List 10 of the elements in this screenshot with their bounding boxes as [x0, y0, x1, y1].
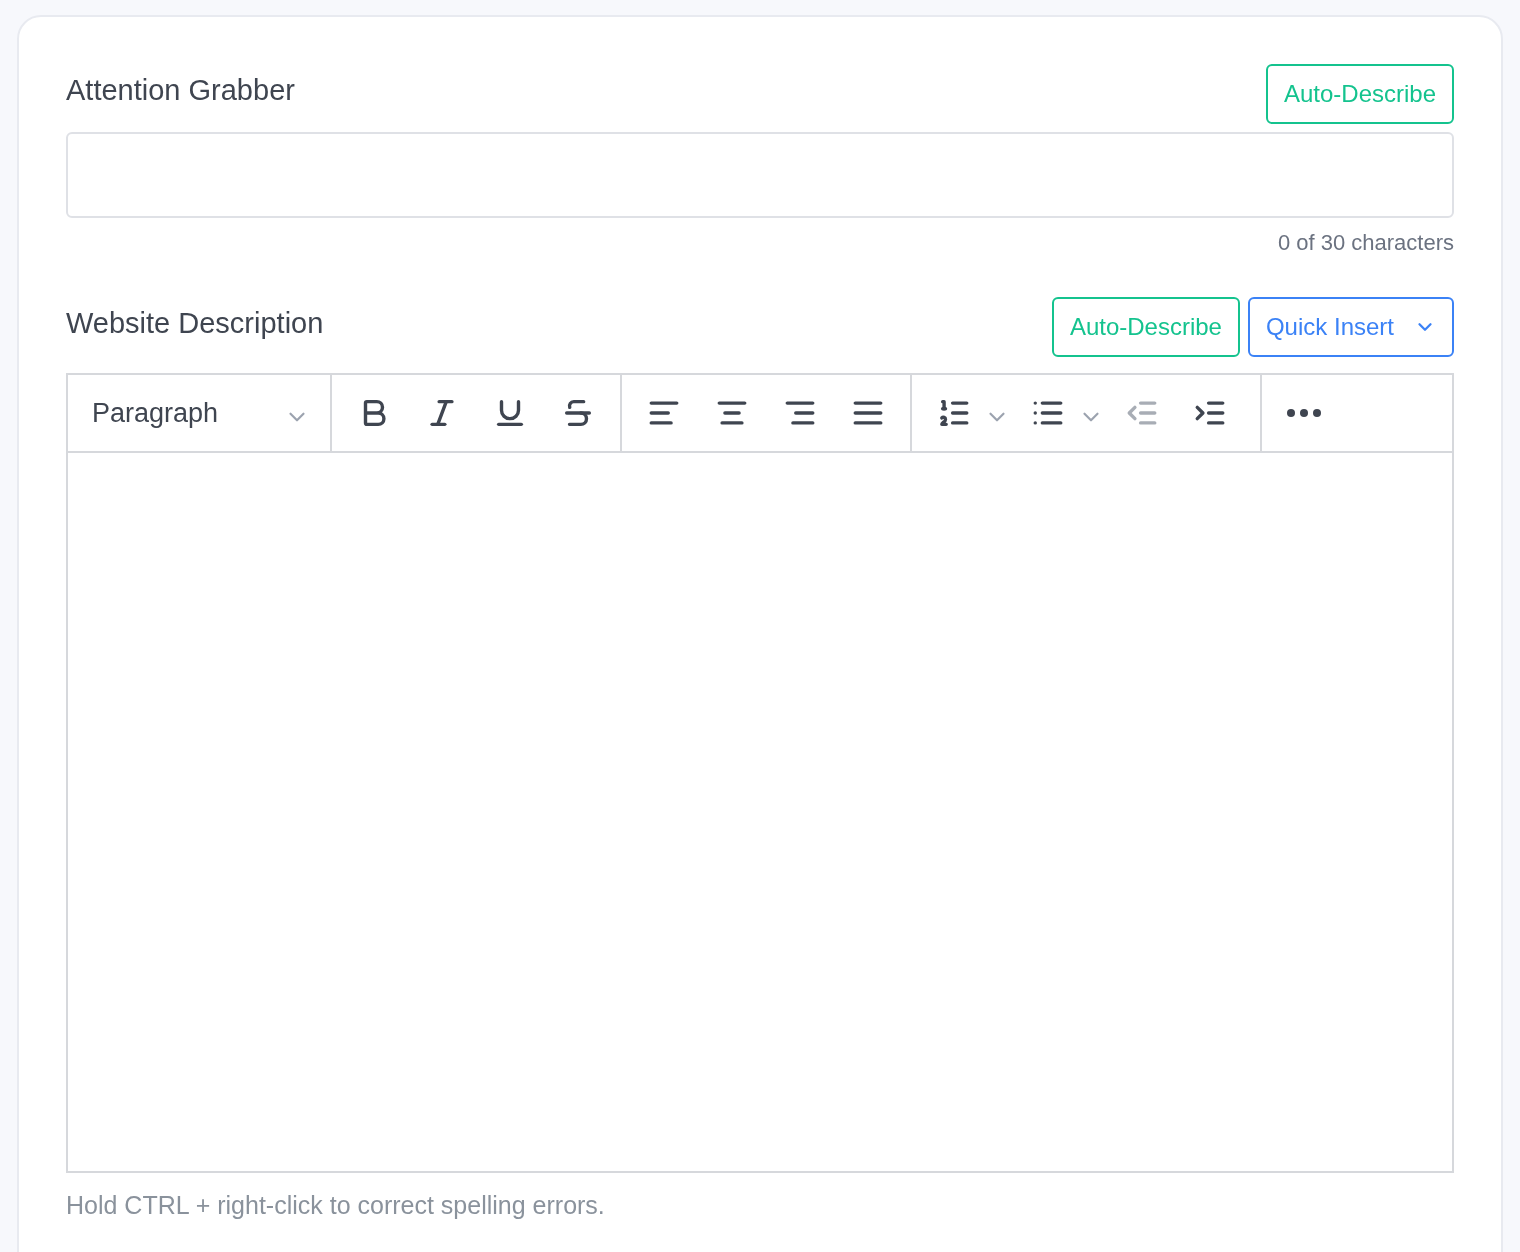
auto-describe-button[interactable]: Auto-Describe	[1051, 297, 1240, 357]
quick-insert-button[interactable]: Quick Insert	[1247, 297, 1454, 357]
field-label: Website Description	[66, 305, 324, 341]
character-counter: 0 of 30 characters	[1277, 229, 1454, 257]
more-icon	[1287, 409, 1321, 417]
block-format-dropdown[interactable]: Paragraph	[68, 375, 332, 451]
field-label: Attention Grabber	[66, 72, 295, 108]
auto-describe-button[interactable]: Auto-Describe	[1265, 64, 1454, 124]
spelling-hint: Hold CTRL + right-click to correct spelling errors.	[66, 1190, 606, 1221]
attention-grabber-field[interactable]	[66, 132, 1454, 218]
